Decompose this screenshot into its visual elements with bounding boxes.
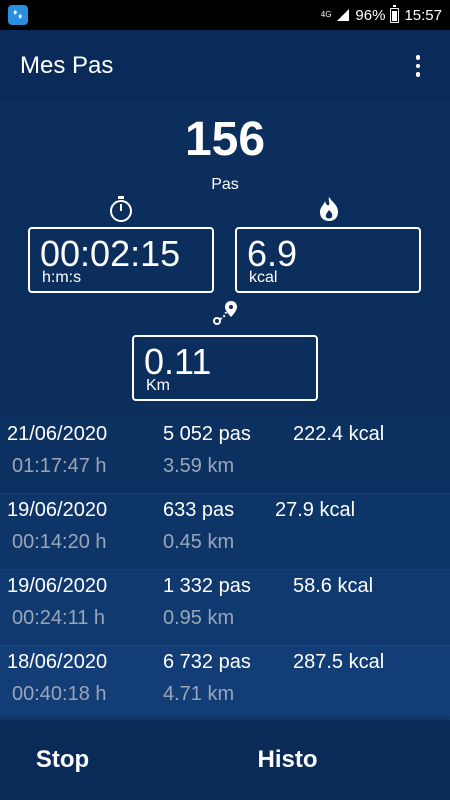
history-distance: 0.95 km: [163, 607, 235, 629]
network-indicator: 4G: [320, 10, 332, 19]
clock: 15:57: [404, 6, 442, 24]
history-duration: 00:24:11 h: [12, 607, 106, 629]
history-duration: 00:40:18 h: [12, 683, 107, 705]
steps-label: Pas: [211, 176, 239, 193]
list-item[interactable]: 21/06/2020 5 052 pas 222.4 kcal 01:17:47…: [0, 418, 450, 494]
list-item[interactable]: 19/06/2020 1 332 pas 58.6 kcal 00:24:11 …: [0, 570, 450, 646]
calories-unit: kcal: [249, 269, 278, 286]
distance-unit: Km: [146, 377, 170, 394]
app-bar: Mes Pas: [0, 30, 450, 102]
history-duration: 00:14:20 h: [12, 531, 107, 553]
duration-box: 00:02:15 h:m:s: [28, 227, 214, 293]
history-list: 21/06/2020 5 052 pas 222.4 kcal 01:17:47…: [0, 418, 450, 720]
histo-button[interactable]: Histo: [225, 720, 350, 800]
battery-icon: [390, 4, 400, 23]
history-duration: 01:17:47 h: [12, 455, 107, 477]
steps-count: 156: [184, 113, 266, 166]
history-kcal: 287.5 kcal: [293, 651, 385, 673]
page-title: Mes Pas: [20, 52, 114, 79]
history-steps: 1 332 pas: [163, 575, 251, 597]
app-icon: [8, 5, 28, 25]
history-date: 21/06/2020: [7, 423, 108, 445]
history-steps: 5 052 pas: [163, 423, 251, 445]
history-date: 18/06/2020: [7, 651, 108, 673]
battery-percent: 96%: [355, 6, 386, 24]
history-kcal: 58.6 kcal: [293, 575, 374, 597]
status-bar: 4G 96% 15:57: [0, 0, 450, 30]
history-date: 19/06/2020: [7, 499, 108, 521]
history-distance: 0.45 km: [163, 531, 235, 553]
stop-button[interactable]: Stop: [0, 720, 125, 800]
history-distance: 4.71 km: [163, 683, 235, 705]
history-date: 19/06/2020: [7, 575, 108, 597]
distance-box: 0.11 Km: [132, 335, 318, 401]
current-session-panel: 156 Pas 00:02:15 h:m:s 6.9 kcal 0.11 Km: [0, 102, 450, 418]
more-vert-icon[interactable]: [406, 51, 430, 81]
history-kcal: 27.9 kcal: [275, 499, 356, 521]
flame-icon: [314, 194, 344, 224]
list-item[interactable]: 18/06/2020 6 732 pas 287.5 kcal 00:40:18…: [0, 646, 450, 720]
bottom-action-bar: Stop Histo: [0, 720, 450, 800]
route-pin-icon: [210, 298, 240, 328]
history-steps: 6 732 pas: [163, 651, 251, 673]
history-steps: 633 pas: [163, 499, 235, 521]
duration-unit: h:m:s: [42, 269, 82, 286]
signal-icon: [337, 9, 350, 21]
calories-box: 6.9 kcal: [235, 227, 421, 293]
history-kcal: 222.4 kcal: [293, 423, 385, 445]
list-item[interactable]: 19/06/2020 633 pas 27.9 kcal 00:14:20 h …: [0, 494, 450, 570]
history-distance: 3.59 km: [163, 455, 235, 477]
stopwatch-icon: [106, 194, 136, 224]
